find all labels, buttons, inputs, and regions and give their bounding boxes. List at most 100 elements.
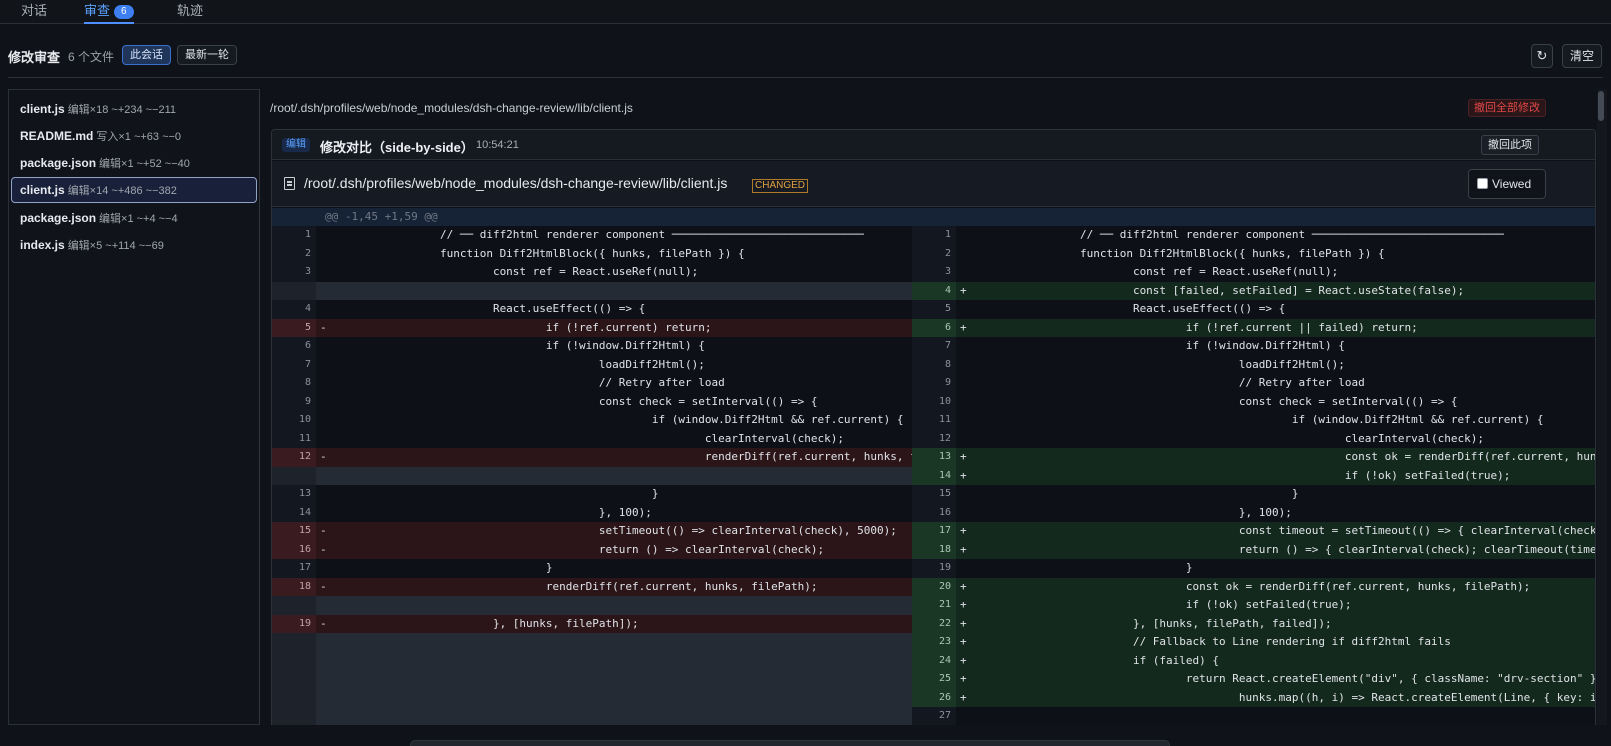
diff-line: 2 function Diff2HtmlBlock({ hunks, fileP…: [912, 244, 1595, 263]
line-number: 2: [912, 244, 956, 263]
clear-button[interactable]: 清空: [1562, 44, 1602, 68]
diff-sign: -: [320, 542, 327, 556]
code-text: const ref = React.useRef(null);: [974, 265, 1339, 278]
tab-trajectory[interactable]: 轨迹: [177, 0, 203, 22]
diff-sign: -: [320, 524, 327, 537]
revert-item-button[interactable]: 撤回此项: [1481, 135, 1539, 155]
diff-card-header: 编辑 修改对比（side-by-side） 10:54:21 撤回此项: [272, 130, 1595, 160]
line-number: [272, 466, 316, 485]
diff-line: 1 // ── diff2html renderer component ───…: [912, 226, 1595, 245]
code-text: }, [hunks, filePath, failed]);: [974, 616, 1332, 630]
filter-session-button[interactable]: 此会话: [122, 45, 171, 65]
scrollbar-thumb[interactable]: [1598, 91, 1604, 121]
file-list-item-selected[interactable]: client.js 编辑×14 ~+486 ~−382: [11, 177, 257, 203]
file-list-item[interactable]: package.json 编辑×1 ~+4 ~−4: [11, 205, 257, 231]
diff-line: 21 + if (!ok) setFailed(true);: [912, 596, 1595, 615]
diff-line: 17 + const timeout = setTimeout(() => { c…: [912, 522, 1595, 541]
viewed-checkbox[interactable]: Viewed: [1468, 169, 1546, 199]
hunk-header-text: @@ -1,45 +1,59 @@: [325, 210, 438, 223]
line-number: 11: [272, 429, 316, 448]
code-text: const check = setInterval(() => {: [334, 394, 818, 408]
scrollbar[interactable]: [1597, 89, 1607, 725]
checkbox-icon[interactable]: [1477, 178, 1488, 189]
diff-line: [272, 670, 912, 689]
diff-sign: +: [960, 672, 967, 685]
divider: [8, 77, 1603, 78]
diff-line: 25 + return React.createElement("div", { …: [912, 670, 1595, 689]
diff-line: 7 if (!window.Diff2Html) {: [912, 337, 1595, 356]
code-text: if (failed) {: [974, 653, 1220, 667]
line-number: [272, 281, 316, 300]
file-name: package.json: [20, 156, 97, 170]
diff-line: [272, 707, 912, 725]
line-number: 23: [912, 633, 956, 652]
tab-chat[interactable]: 对话: [21, 0, 47, 22]
diff-card: 编辑 修改对比（side-by-side） 10:54:21 撤回此项 /roo…: [271, 129, 1596, 725]
file-stats: 编辑×14 ~+486 ~−382: [67, 185, 177, 197]
code-text: }: [334, 561, 553, 574]
code-text: if (window.Diff2Html && ref.current) {: [974, 413, 1544, 426]
code-text: }: [334, 487, 659, 500]
code-text: // Retry after load: [334, 376, 725, 389]
line-number: 27: [912, 707, 956, 725]
tab-review[interactable]: 审查 6: [84, 0, 134, 24]
code-text: loadDiff2Html();: [334, 357, 705, 371]
line-number: 15: [272, 522, 316, 541]
diff-line: 16- return () => clearInterval(check);: [272, 540, 912, 559]
diff-line: 10 if (window.Diff2Html && ref.current) …: [272, 411, 912, 430]
file-list-item[interactable]: package.json 编辑×1 ~+52 ~−40: [11, 150, 257, 176]
line-number: 21: [912, 596, 956, 615]
code-text: return () => { clearInterval(check); cle…: [974, 542, 1596, 556]
code-text: clearInterval(check);: [334, 431, 844, 445]
line-number: 12: [912, 429, 956, 448]
diff-line: 6 if (!window.Diff2Html) {: [272, 337, 912, 356]
review-main: /root/.dsh/profiles/web/node_modules/dsh…: [260, 89, 1596, 725]
code-text: // Fallback to Line rendering if diff2ht…: [974, 635, 1451, 648]
revert-all-button[interactable]: 撤回全部修改: [1468, 99, 1546, 117]
code-text: if (!window.Diff2Html) {: [974, 339, 1345, 352]
diff-line: 27: [912, 707, 1595, 725]
diff-sign: +: [960, 524, 967, 537]
file-list-item[interactable]: README.md 写入×1 ~+63 ~−0: [11, 123, 257, 149]
line-number: 17: [912, 522, 956, 541]
line-number: 18: [912, 540, 956, 559]
code-text: // ── diff2html renderer component ─────…: [334, 228, 864, 241]
line-number: 4: [912, 281, 956, 300]
code-text: hunks.map((h, i) => React.createElement(…: [1238, 690, 1596, 704]
diff-sign: +: [960, 450, 967, 463]
file-count: 6 个文件: [68, 50, 115, 64]
line-number: [272, 707, 316, 725]
code-text: if (!window.Diff2Html) {: [334, 339, 705, 352]
code-text: React.useEffect(() => {: [974, 302, 1286, 315]
line-number: 16: [272, 540, 316, 559]
diff-line: 22 + }, [hunks, filePath, failed]);: [912, 614, 1595, 633]
diff-line: 11 if (window.Diff2Html && ref.current) …: [912, 411, 1595, 430]
diff-line: 1 // ── diff2html renderer component ───…: [272, 226, 912, 245]
line-number: 8: [912, 355, 956, 374]
diff-line: 11 clearInterval(check);: [272, 429, 912, 448]
diff-sign: +: [960, 542, 967, 556]
code-text: const [failed, setFailed] = React.useSta…: [974, 283, 1465, 297]
diff-line: 12 clearInterval(check);: [912, 429, 1595, 448]
file-list-item[interactable]: index.js 编辑×5 ~+114 ~−69: [11, 232, 257, 258]
diff-sign: +: [960, 653, 967, 667]
line-number: 5: [272, 318, 316, 337]
code-text: }, [hunks, filePath]);: [334, 616, 639, 630]
code-text: if (!ref.current || failed) return;: [974, 320, 1418, 334]
diff-line: 19- }, [hunks, filePath]);: [272, 614, 912, 633]
file-list-item[interactable]: client.js 编辑×18 ~+234 ~−211: [11, 96, 257, 122]
page-title: 修改审查: [8, 50, 61, 65]
filter-latest-button[interactable]: 最新一轮: [177, 45, 237, 65]
refresh-button[interactable]: ↻: [1531, 44, 1553, 68]
side-by-side-diff: @@ -1,45 +1,59 @@ 1 // ── diff2html rend…: [272, 208, 1596, 725]
count-badge: 6: [114, 5, 134, 19]
input-bar-edge: [410, 740, 1170, 746]
hunk-header: @@ -1,45 +1,59 @@: [272, 208, 1595, 226]
line-number: 1: [912, 226, 956, 245]
diff-line: 9 const check = setInterval(() => {: [272, 392, 912, 411]
diff-file-header: /root/.dsh/profiles/web/node_modules/dsh…: [272, 161, 1595, 207]
diff-line: 12- renderDiff(ref.current, hunks, fileP…: [272, 448, 912, 467]
diff-line: 3 const ref = React.useRef(null);: [912, 263, 1595, 282]
line-number: 25: [912, 670, 956, 689]
file-list: client.js 编辑×18 ~+234 ~−211 README.md 写入×1…: [8, 89, 260, 725]
